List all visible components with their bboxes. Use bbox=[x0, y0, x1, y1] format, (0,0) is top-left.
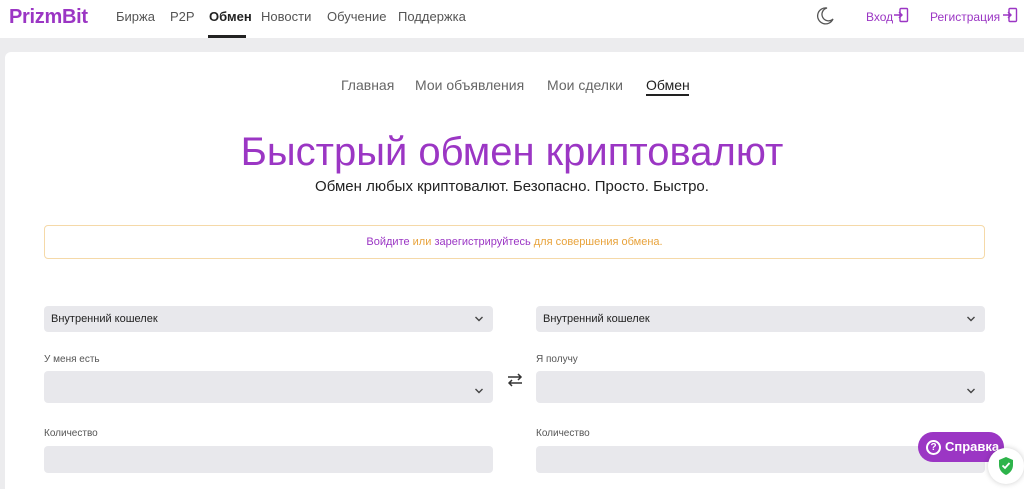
main-card bbox=[5, 52, 1024, 489]
chevron-down-icon bbox=[967, 388, 975, 394]
chevron-down-icon bbox=[967, 316, 975, 322]
login-icon[interactable] bbox=[893, 7, 909, 23]
nav-podderzhka[interactable]: Поддержка bbox=[398, 9, 466, 24]
chevron-down-icon bbox=[475, 316, 483, 322]
nav-p2p[interactable]: P2P bbox=[170, 9, 195, 24]
notice-or-text: или bbox=[409, 236, 435, 248]
tab-obmen[interactable]: Обмен bbox=[646, 77, 690, 93]
top-navbar: PrizmBit Биржа P2P Обмен Новости Обучени… bbox=[0, 0, 1024, 38]
nav-obmen[interactable]: Обмен bbox=[209, 9, 252, 24]
notice-login-link[interactable]: Войдите bbox=[366, 236, 409, 248]
to-wallet-value: Внутренний кошелек bbox=[543, 313, 650, 325]
register-icon[interactable] bbox=[1002, 7, 1018, 23]
have-currency-select[interactable] bbox=[44, 371, 493, 403]
notice-register-link[interactable]: зарегистрируйтесь bbox=[434, 236, 530, 248]
left-quantity-label: Количество bbox=[44, 428, 98, 439]
logo[interactable]: PrizmBit bbox=[9, 6, 88, 29]
to-wallet-select[interactable]: Внутренний кошелек bbox=[536, 306, 985, 332]
notice-tail-text: для совершения обмена. bbox=[530, 236, 663, 248]
left-quantity-input[interactable] bbox=[44, 446, 493, 473]
nav-birzha[interactable]: Биржа bbox=[116, 9, 155, 24]
page-subtitle: Обмен любых криптовалют. Безопасно. Прос… bbox=[315, 178, 709, 195]
help-label: Справка bbox=[945, 439, 1000, 454]
chevron-down-icon bbox=[475, 388, 483, 394]
right-quantity-label: Количество bbox=[536, 428, 590, 439]
security-badge[interactable] bbox=[988, 448, 1024, 484]
moon-icon[interactable] bbox=[815, 6, 835, 26]
have-label: У меня есть bbox=[44, 354, 100, 365]
tab-moi-obyavleniya[interactable]: Мои объявления bbox=[415, 77, 524, 93]
nav-novosti[interactable]: Новости bbox=[261, 9, 311, 24]
page-title: Быстрый обмен криптовалют bbox=[240, 130, 784, 174]
get-currency-select[interactable] bbox=[536, 371, 985, 403]
swap-arrows-icon[interactable] bbox=[506, 373, 524, 387]
tab-active-indicator bbox=[646, 94, 689, 96]
question-icon: ? bbox=[926, 440, 941, 456]
tab-glavnaya[interactable]: Главная bbox=[341, 77, 394, 93]
from-wallet-value: Внутренний кошелек bbox=[51, 313, 158, 325]
nav-active-indicator bbox=[208, 35, 246, 38]
shield-check-icon bbox=[999, 457, 1013, 475]
nav-obuchenie[interactable]: Обучение bbox=[327, 9, 386, 24]
register-link[interactable]: Регистрация bbox=[930, 10, 1000, 24]
tab-moi-sdelki[interactable]: Мои сделки bbox=[547, 77, 623, 93]
from-wallet-select[interactable]: Внутренний кошелек bbox=[44, 306, 493, 332]
login-notice: Войдите или зарегистрируйтесь для соверш… bbox=[44, 225, 985, 259]
login-link[interactable]: Вход bbox=[866, 10, 893, 24]
get-label: Я получу bbox=[536, 354, 578, 365]
